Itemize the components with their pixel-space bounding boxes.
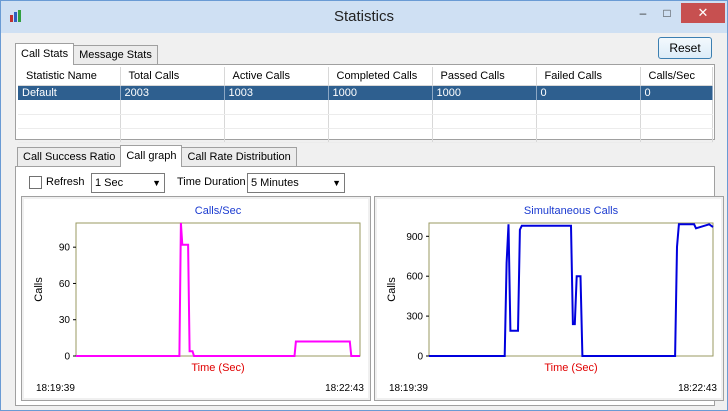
simultaneous-calls-chart-svg: Simultaneous Calls Calls Time (Sec) 0 300 600…	[377, 199, 721, 398]
x-start-time: 18:19:39	[36, 383, 75, 394]
x-axis-label: Time (Sec)	[544, 362, 597, 374]
column-header[interactable]: Completed Calls	[328, 67, 433, 86]
graph-controls: Refresh 1 Sec ▼ Time Duration 5 Minutes …	[27, 171, 427, 193]
column-header[interactable]: Total Calls	[120, 67, 225, 86]
y-axis-label: Calls	[33, 277, 45, 302]
time-duration-select[interactable]: 5 Minutes ▼	[247, 173, 345, 193]
stats-table: Statistic Name Total Calls Active Calls …	[18, 67, 713, 143]
y-tick-label: 0	[64, 352, 70, 363]
table-cell: Default	[18, 85, 121, 100]
y-tick-label: 900	[406, 232, 423, 243]
empty-row	[18, 128, 713, 143]
tab-call-graph[interactable]: Call graph	[120, 145, 183, 167]
table-row[interactable]: Default 2003 1003 1000 1000 0 0	[18, 85, 713, 100]
maximize-button[interactable]: □	[655, 3, 679, 23]
stats-tabs: Call Stats Message Stats	[15, 43, 158, 65]
column-header[interactable]: Failed Calls	[536, 67, 641, 86]
tab-call-success-ratio[interactable]: Call Success Ratio	[17, 147, 122, 167]
y-tick-label: 90	[59, 243, 71, 254]
x-axis-label: Time (Sec)	[191, 362, 244, 374]
refresh-label: Refresh	[46, 176, 85, 188]
simultaneous-calls-chart: Simultaneous Calls Calls Time (Sec) 0 300 600…	[374, 196, 724, 401]
chevron-down-icon: ▼	[332, 178, 341, 188]
title-bar: Statistics ‒ □ ✕	[1, 1, 727, 33]
y-tick-label: 300	[406, 312, 423, 323]
window-title: Statistics	[333, 8, 394, 25]
column-header[interactable]: Statistic Name	[18, 67, 121, 86]
chevron-down-icon: ▼	[152, 178, 161, 188]
column-header[interactable]: Active Calls	[224, 67, 329, 86]
stats-grid-panel: Statistic Name Total Calls Active Calls …	[15, 64, 715, 143]
y-tick-label: 30	[59, 315, 71, 326]
reset-button[interactable]: Reset	[658, 37, 712, 59]
refresh-interval-value: 1 Sec	[95, 177, 124, 189]
refresh-checkbox[interactable]	[29, 176, 42, 189]
plot-area	[75, 222, 361, 357]
time-duration-label: Time Duration	[177, 176, 246, 188]
y-tick-label: 0	[417, 352, 423, 363]
table-cell: 2003	[120, 85, 225, 100]
x-end-time: 18:22:43	[678, 383, 717, 394]
column-header[interactable]: Passed Calls	[432, 67, 537, 86]
y-tick-label: 60	[59, 279, 71, 290]
x-end-time: 18:22:43	[325, 383, 364, 394]
y-axis-label: Calls	[386, 277, 398, 302]
tab-message-stats[interactable]: Message Stats	[73, 45, 158, 65]
chart-title: Calls/Sec	[195, 205, 242, 217]
table-cell: 1003	[224, 85, 329, 100]
column-header[interactable]: Calls/Sec	[640, 67, 713, 86]
table-cell: 0	[640, 85, 713, 100]
statistics-window: Statistics ‒ □ ✕ Call Stats Message Stat…	[0, 0, 728, 411]
tab-call-rate-distribution[interactable]: Call Rate Distribution	[181, 147, 297, 167]
tab-call-stats[interactable]: Call Stats	[15, 43, 75, 65]
empty-row	[18, 100, 713, 115]
x-start-time: 18:19:39	[389, 383, 428, 394]
graph-tabs: Call Success Ratio Call graph Call Rate …	[17, 145, 297, 167]
minimize-button[interactable]: ‒	[631, 3, 655, 23]
table-header-row: Statistic Name Total Calls Active Calls …	[18, 67, 713, 86]
table-cell: 0	[536, 85, 641, 100]
y-tick-label: 600	[406, 272, 423, 283]
time-duration-value: 5 Minutes	[251, 177, 299, 189]
table-cell: 1000	[328, 85, 433, 100]
chart-title: Simultaneous Calls	[524, 205, 619, 217]
close-button[interactable]: ✕	[681, 3, 725, 23]
refresh-interval-select[interactable]: 1 Sec ▼	[91, 173, 165, 193]
calls-per-sec-chart-svg: Calls/Sec Calls Time (Sec) 0 30 60 90 18:19:39 1…	[24, 199, 368, 398]
empty-row	[18, 114, 713, 129]
table-cell: 1000	[432, 85, 537, 100]
calls-per-sec-chart: Calls/Sec Calls Time (Sec) 0 30 60 90 18:19:39 1…	[21, 196, 371, 401]
